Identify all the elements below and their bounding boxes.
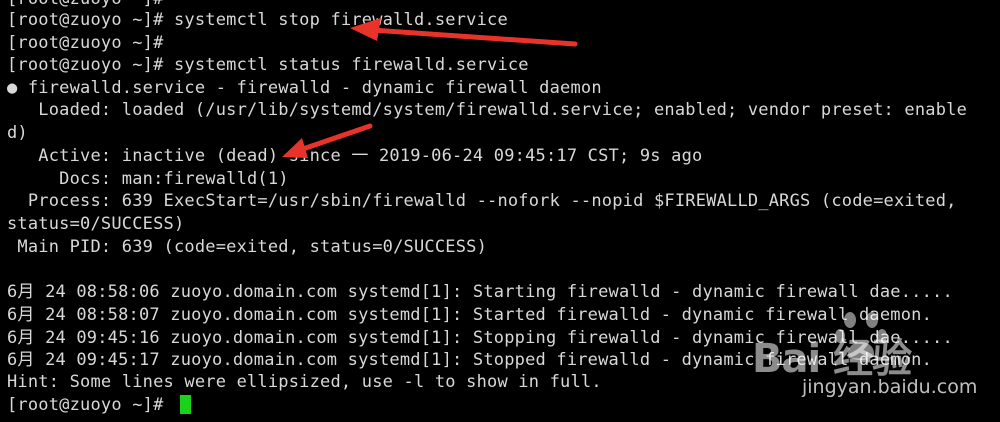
terminal-window[interactable]: [root@zuoyo ~]# [root@zuoyo ~]# systemct…	[0, 0, 1000, 422]
annotation-arrows	[282, 18, 578, 158]
arrow-active-dead	[282, 123, 373, 158]
arrow-stop-command	[350, 18, 578, 47]
